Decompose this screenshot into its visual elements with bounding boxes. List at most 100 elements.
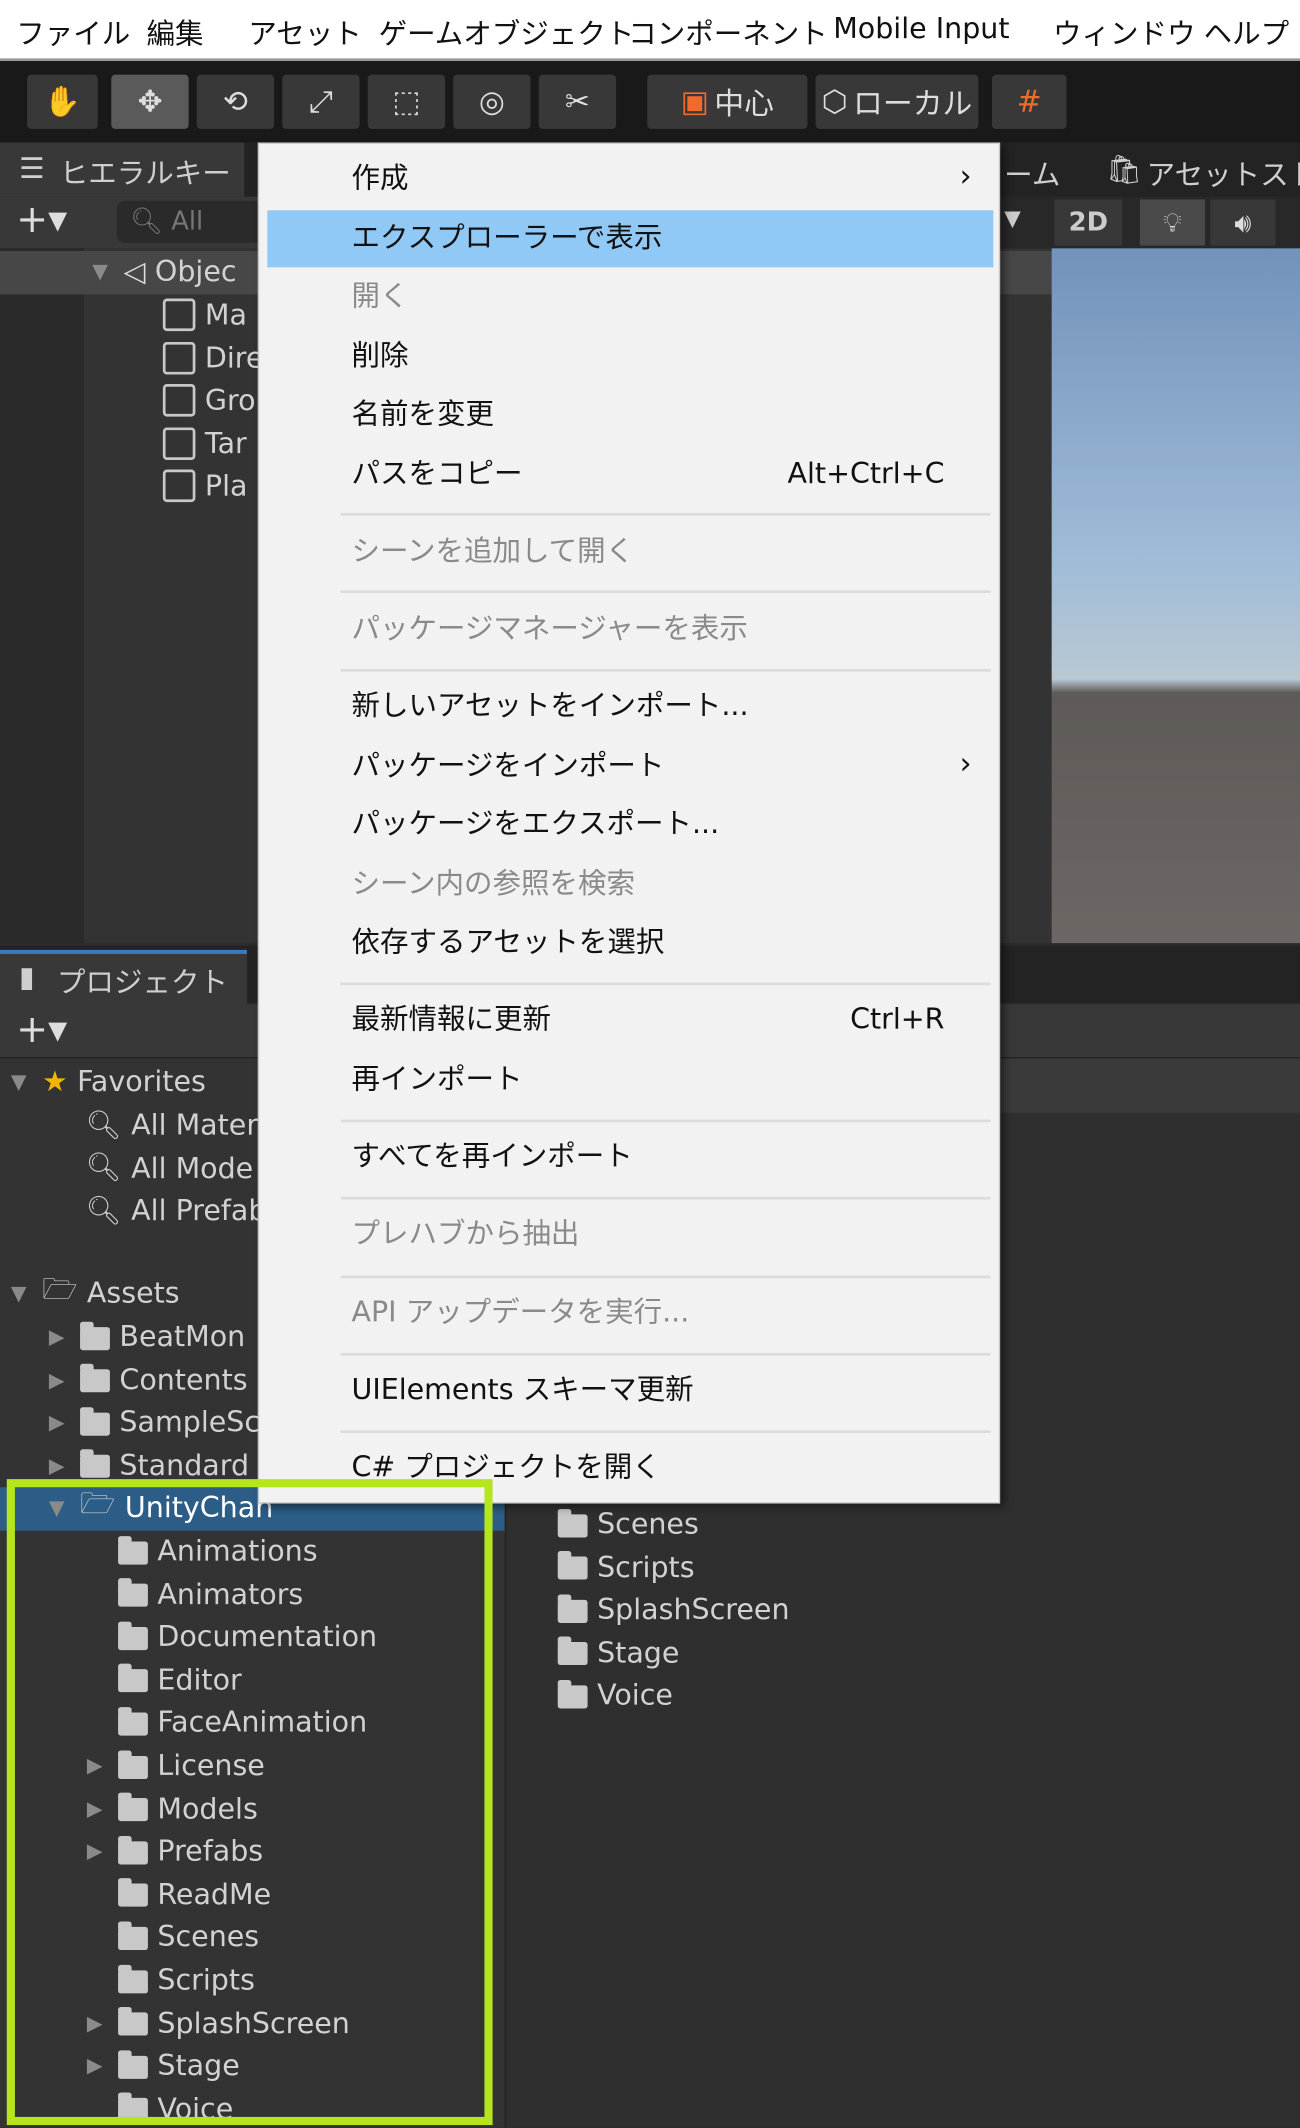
unitychan-child-folder[interactable]: ▶ Models — [87, 1788, 258, 1829]
menu-item[interactable]: 最新情報に更新 Ctrl+R — [351, 999, 944, 1040]
menu-item[interactable]: 依存するアセットを選択 — [351, 921, 944, 962]
unitychan-child-folder[interactable]: Animators — [87, 1574, 303, 1615]
menu-0[interactable]: ファイル — [16, 12, 130, 53]
menu-4[interactable]: コンポーネント — [628, 12, 827, 53]
expand-arrow-icon[interactable]: ▼ — [11, 1069, 33, 1093]
custom-tool-button[interactable]: ✂ — [538, 74, 617, 129]
expand-arrow-icon[interactable]: ▶ — [87, 1796, 109, 1820]
menu-item[interactable]: エクスプローラーで表示 — [351, 217, 944, 258]
expand-arrow-icon[interactable]: ▶ — [87, 2053, 109, 2077]
folder-icon — [557, 1551, 588, 1580]
pivot-toggle[interactable]: ▣ 中心 — [647, 74, 808, 129]
unitychan-child-folder[interactable]: Documentation — [87, 1616, 377, 1657]
create-add-icon[interactable]: +▾ — [16, 1007, 67, 1052]
menu-2[interactable]: アセット — [248, 12, 361, 53]
asset-folder[interactable]: ▶ Contents — [49, 1359, 248, 1400]
expand-arrow-icon[interactable]: ▶ — [49, 1453, 71, 1477]
tab-hierarchy[interactable]: ☰ ヒエラルキー — [0, 142, 245, 197]
tab-game[interactable]: ーム — [1004, 153, 1060, 194]
unitychan-folder[interactable]: ▼ 🗁 UnityChan — [49, 1487, 273, 1528]
unitychan-child-folder[interactable]: ▶ License — [87, 1745, 265, 1786]
space-toggle[interactable]: ⬡ ローカル — [815, 74, 979, 129]
menu-item: シーンを追加して開く — [351, 531, 944, 572]
menu-item[interactable]: 新しいアセットをインポート... — [351, 685, 944, 726]
content-folder[interactable]: SplashScreen — [557, 1589, 790, 1630]
menu-item[interactable]: 再インポート — [351, 1058, 944, 1099]
unitychan-child-folder[interactable]: Animations — [87, 1531, 318, 1572]
unitychan-child-folder[interactable]: ▶ SplashScreen — [87, 2002, 350, 2043]
content-folder[interactable]: Scenes — [557, 1504, 699, 1545]
menu-3[interactable]: ゲームオブジェクト — [379, 12, 635, 53]
menu-6[interactable]: ウィンドウ — [1053, 12, 1195, 53]
menu-separator — [340, 668, 991, 672]
expand-arrow-icon[interactable]: ▶ — [49, 1367, 71, 1391]
expand-arrow-icon[interactable]: ▼ — [49, 1495, 71, 1519]
menu-7[interactable]: ヘルプ — [1204, 12, 1289, 53]
rotate-tool-button[interactable]: ⟲ — [196, 74, 275, 129]
audio-toggle-icon[interactable]: 🔊︎ — [1210, 199, 1276, 246]
assets-row[interactable]: ▼ 🗁 Assets — [11, 1272, 180, 1314]
favorites-row[interactable]: ▼ ★ Favorites — [11, 1061, 206, 1102]
hierarchy-item[interactable]: Dire — [162, 337, 263, 378]
menu-item[interactable]: パッケージをインポート › — [351, 745, 971, 786]
unitychan-child-folder[interactable]: Editor — [87, 1659, 242, 1700]
add-icon[interactable]: +▾ — [16, 197, 67, 242]
menu-item[interactable]: パスをコピー Alt+Ctrl+C — [351, 453, 944, 494]
hierarchy-item[interactable]: Gro — [162, 380, 256, 421]
scene-view[interactable] — [1051, 248, 1300, 944]
asset-folder[interactable]: ▶ SampleSc — [49, 1402, 260, 1443]
folder-icon — [557, 1508, 588, 1537]
menu-5[interactable]: Mobile Input — [833, 12, 1009, 45]
expand-arrow-icon[interactable]: ▶ — [49, 1324, 71, 1348]
expand-arrow-icon[interactable]: ▶ — [49, 1410, 71, 1434]
asset-folder[interactable]: ▶ Standard — [49, 1445, 249, 1486]
search-icon: 🔍︎ — [85, 1107, 122, 1141]
unitychan-child-folder[interactable]: ▶ Stage — [87, 2045, 240, 2086]
rect-tool-button[interactable]: ⬚ — [367, 74, 446, 129]
hierarchy-item-label: Tar — [204, 426, 247, 460]
menu-item[interactable]: 名前を変更 — [351, 394, 944, 435]
folder-icon — [118, 1749, 148, 1779]
expand-arrow-icon[interactable]: ▼ — [11, 1281, 33, 1305]
folder-icon — [118, 1621, 148, 1650]
menu-item[interactable]: UIElements スキーマ更新 — [351, 1369, 944, 1410]
content-folder[interactable]: Scripts — [557, 1546, 695, 1587]
rect-icon: ⬚ — [392, 84, 421, 119]
unitychan-child-folder[interactable]: FaceAnimation — [87, 1702, 367, 1743]
content-folder[interactable]: Voice — [557, 1675, 673, 1716]
tab-asset-store[interactable]: アセットスト — [1147, 153, 1300, 194]
unitychan-child-folder[interactable]: Scripts — [87, 1959, 255, 2000]
hierarchy-item[interactable]: Ma — [162, 294, 247, 335]
menu-item-label: 再インポート — [351, 1062, 523, 1096]
menu-item[interactable]: パッケージをエクスポート... — [351, 803, 944, 844]
lighting-toggle-icon[interactable]: 💡︎ — [1139, 199, 1206, 246]
transform-tool-button[interactable]: ◎ — [453, 74, 531, 129]
menu-item[interactable]: 削除 — [351, 335, 944, 376]
menu-item[interactable]: すべてを再インポート — [351, 1136, 944, 1177]
favorite-item[interactable]: 🔍︎ All Mater — [54, 1105, 258, 1146]
tree-label: Prefabs — [157, 1834, 264, 1868]
hierarchy-item[interactable]: Tar — [162, 423, 247, 464]
unitychan-child-folder[interactable]: Scenes — [87, 1917, 259, 1958]
2d-toggle[interactable]: 2D — [1054, 199, 1123, 246]
hand-tool-button[interactable]: ✋ — [27, 74, 98, 129]
scale-tool-button[interactable]: ⤢ — [282, 74, 360, 129]
menu-item[interactable]: 作成 › — [351, 157, 971, 198]
dropdown-arrow-icon[interactable]: ▼ — [1004, 205, 1021, 231]
snap-button[interactable]: # — [991, 74, 1067, 129]
menu-item[interactable]: C# プロジェクトを開く — [351, 1447, 944, 1488]
expand-arrow-icon[interactable]: ▶ — [87, 1753, 109, 1777]
tab-project[interactable]: ▮ プロジェクト — [0, 949, 247, 1005]
asset-folder[interactable]: ▶ BeatMon — [49, 1316, 245, 1357]
move-tool-button[interactable]: ✥ — [111, 74, 189, 129]
unitychan-child-folder[interactable]: ▶ Prefabs — [87, 1831, 263, 1872]
content-folder[interactable]: Stage — [557, 1632, 679, 1673]
expand-arrow-icon[interactable]: ▶ — [87, 2011, 109, 2035]
menu-1[interactable]: 編集 — [147, 12, 204, 53]
hierarchy-item[interactable]: Pla — [162, 465, 247, 506]
unitychan-child-folder[interactable]: ReadMe — [87, 1874, 271, 1915]
favorite-item[interactable]: 🔍︎ All Prefab — [54, 1190, 266, 1231]
expand-arrow-icon[interactable]: ▶ — [87, 1839, 109, 1863]
favorite-item[interactable]: 🔍︎ All Mode — [54, 1147, 253, 1188]
unitychan-child-folder[interactable]: Voice — [87, 2088, 233, 2128]
